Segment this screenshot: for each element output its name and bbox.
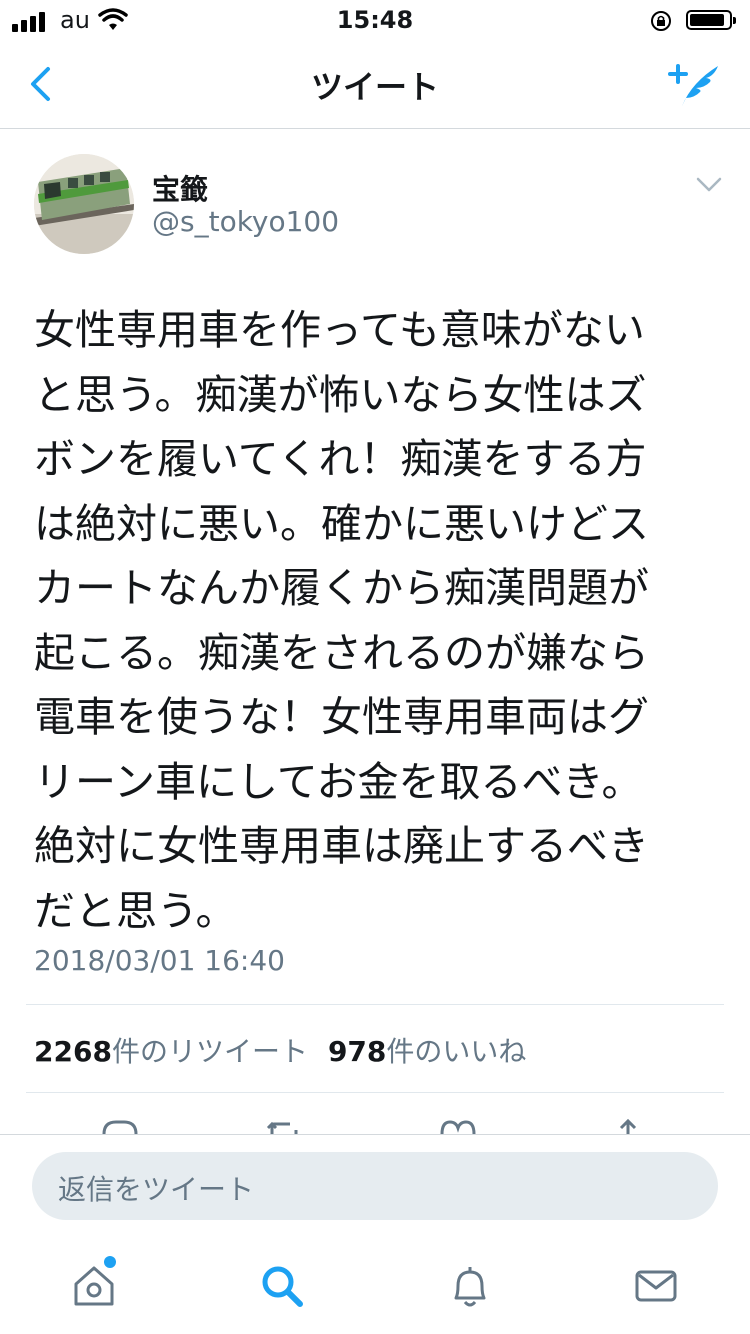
divider xyxy=(0,1134,750,1135)
divider xyxy=(26,1004,724,1005)
battery-icon xyxy=(686,10,736,30)
status-bar: au 15:48 xyxy=(0,0,750,40)
like-stat[interactable]: 978件のいいね xyxy=(328,1030,526,1070)
user-handle[interactable]: @s_tokyo100 xyxy=(152,205,339,238)
avatar[interactable] xyxy=(34,154,134,254)
messages-icon[interactable] xyxy=(632,1262,680,1310)
retweet-count: 2268 xyxy=(34,1035,112,1068)
nav-divider xyxy=(0,128,750,129)
search-icon[interactable] xyxy=(258,1262,306,1310)
notifications-icon[interactable] xyxy=(446,1262,494,1310)
page-title: ツイート xyxy=(310,68,439,106)
compose-tweet-icon[interactable] xyxy=(666,60,724,110)
tweet-timestamp: 2018/03/01 16:40 xyxy=(34,944,285,977)
like-label: 件のいいね xyxy=(386,1035,527,1068)
unread-indicator xyxy=(104,1256,116,1268)
share-icon[interactable] xyxy=(608,1112,648,1134)
display-name[interactable]: 宝籤 xyxy=(152,168,208,208)
retweet-label: 件のリツイート xyxy=(111,1035,308,1068)
like-count: 978 xyxy=(327,1035,387,1068)
rotation-lock-icon xyxy=(651,11,671,31)
train-avatar-image xyxy=(34,154,134,254)
tweet-text: 女性専用車を作っても意味がない と思う。痴漢が怖いなら女性はズ ボンを履いてくれ… xyxy=(34,306,649,935)
retweet-icon[interactable] xyxy=(264,1112,304,1134)
status-time: 15:48 xyxy=(336,6,414,34)
divider xyxy=(26,1092,724,1093)
engagement-stats: 2268件のリツイート 978件のいいね xyxy=(34,1030,526,1070)
chevron-down-icon[interactable] xyxy=(696,176,722,194)
like-icon[interactable] xyxy=(438,1112,478,1134)
home-icon[interactable] xyxy=(70,1262,118,1310)
reply-icon[interactable] xyxy=(100,1112,140,1134)
retweet-stat[interactable]: 2268件のリツイート xyxy=(34,1030,308,1070)
reply-placeholder: 返信をツイート xyxy=(58,1173,255,1206)
